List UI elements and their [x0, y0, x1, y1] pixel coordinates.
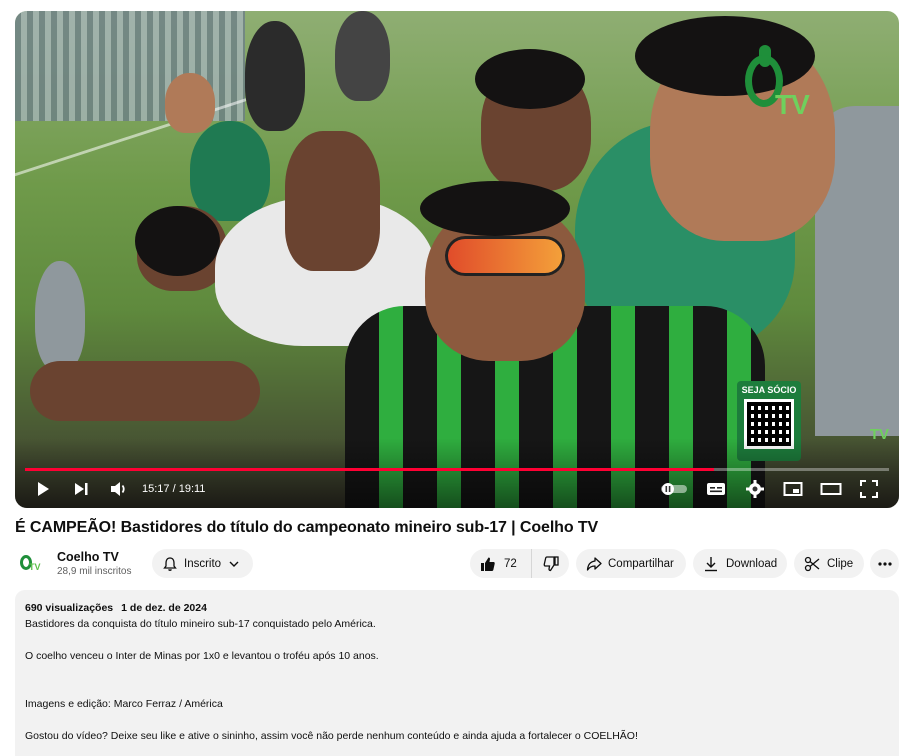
video-title: É CAMPEÃO! Bastidores do título do campe… [15, 519, 599, 536]
current-time: 15:17 [142, 483, 170, 495]
description-meta: 690 visualizações 1 de dez. de 2024 [25, 602, 207, 614]
background-person [190, 121, 270, 221]
channel-logo-watermark: TV [745, 45, 815, 127]
autoplay-icon [661, 483, 687, 495]
avatar-text: TV [29, 562, 41, 572]
thumbs-down-icon [543, 555, 559, 572]
thumbs-up-icon [480, 556, 496, 572]
subscribed-button[interactable]: Inscrito [152, 549, 253, 578]
play-icon [38, 482, 49, 496]
fullscreen-button[interactable] [857, 477, 881, 501]
miniplayer-button[interactable] [781, 477, 805, 501]
download-label: Download [726, 557, 778, 570]
subscriber-count: 28,9 mil inscritos [57, 566, 132, 577]
theater-mode-button[interactable] [819, 477, 843, 501]
next-icon [75, 483, 88, 495]
player-hair [475, 49, 585, 109]
player-hair [135, 206, 220, 276]
background-person-head [165, 73, 215, 133]
player-hair [420, 181, 570, 236]
chevron-down-icon [227, 557, 241, 571]
channel-avatar[interactable]: TV [15, 550, 43, 578]
description-line: Bastidores da conquista do título mineir… [25, 618, 376, 630]
miniplayer-icon [783, 482, 803, 496]
volume-icon [111, 482, 125, 496]
download-icon [704, 556, 718, 572]
background-person [245, 21, 305, 131]
autoplay-toggle[interactable] [660, 477, 688, 501]
background-person [335, 11, 390, 101]
video-player[interactable]: TV SEJA SÓCIO TV 15:17 / 19:11 [15, 11, 899, 508]
share-icon [586, 556, 602, 572]
more-horizontal-icon [877, 561, 892, 566]
volume-button[interactable] [107, 477, 131, 501]
like-dislike-group: 72 [470, 549, 569, 578]
description-box[interactable]: 690 visualizações 1 de dez. de 2024 Basti… [15, 590, 899, 756]
fullscreen-icon [860, 480, 878, 498]
duration: 19:11 [178, 483, 206, 495]
scissors-icon [804, 556, 820, 572]
next-button[interactable] [70, 477, 92, 501]
subtitles-button[interactable] [704, 477, 728, 501]
clip-button[interactable]: Clipe [794, 549, 864, 578]
channel-name[interactable]: Coelho TV [57, 550, 119, 564]
clip-label: Clipe [827, 557, 854, 570]
description-line: Gostou do vídeo? Deixe seu like e ative … [25, 730, 638, 742]
play-button[interactable] [32, 477, 54, 501]
progress-bar-fill [25, 468, 714, 471]
progress-bar[interactable] [25, 468, 889, 471]
like-count: 72 [504, 557, 517, 570]
share-label: Compartilhar [608, 557, 674, 570]
sunglasses [445, 236, 565, 276]
raised-hand [285, 131, 380, 271]
upload-date: 1 de dez. de 2024 [121, 602, 207, 614]
logo-text: TV [775, 89, 810, 120]
gear-icon [746, 480, 764, 498]
qr-label: SEJA SÓCIO [741, 385, 797, 395]
description-line: O coelho venceu o Inter de Minas por 1x0… [25, 650, 379, 662]
bell-icon [162, 556, 178, 572]
dislike-button[interactable] [532, 549, 569, 578]
description-line: Imagens e edição: Marco Ferraz / América [25, 698, 223, 710]
time-display: 15:17 / 19:11 [142, 483, 205, 495]
theater-icon [820, 483, 842, 495]
arm [30, 361, 260, 421]
download-button[interactable]: Download [693, 549, 787, 578]
more-actions-button[interactable] [870, 549, 899, 578]
view-count: 690 visualizações [25, 602, 114, 614]
subscribed-label: Inscrito [184, 557, 222, 570]
settings-button[interactable] [743, 477, 767, 501]
share-button[interactable]: Compartilhar [576, 549, 686, 578]
subtitles-icon [707, 483, 725, 495]
time-separator: / [169, 483, 179, 495]
background-person [35, 261, 85, 371]
like-button[interactable]: 72 [470, 549, 532, 578]
